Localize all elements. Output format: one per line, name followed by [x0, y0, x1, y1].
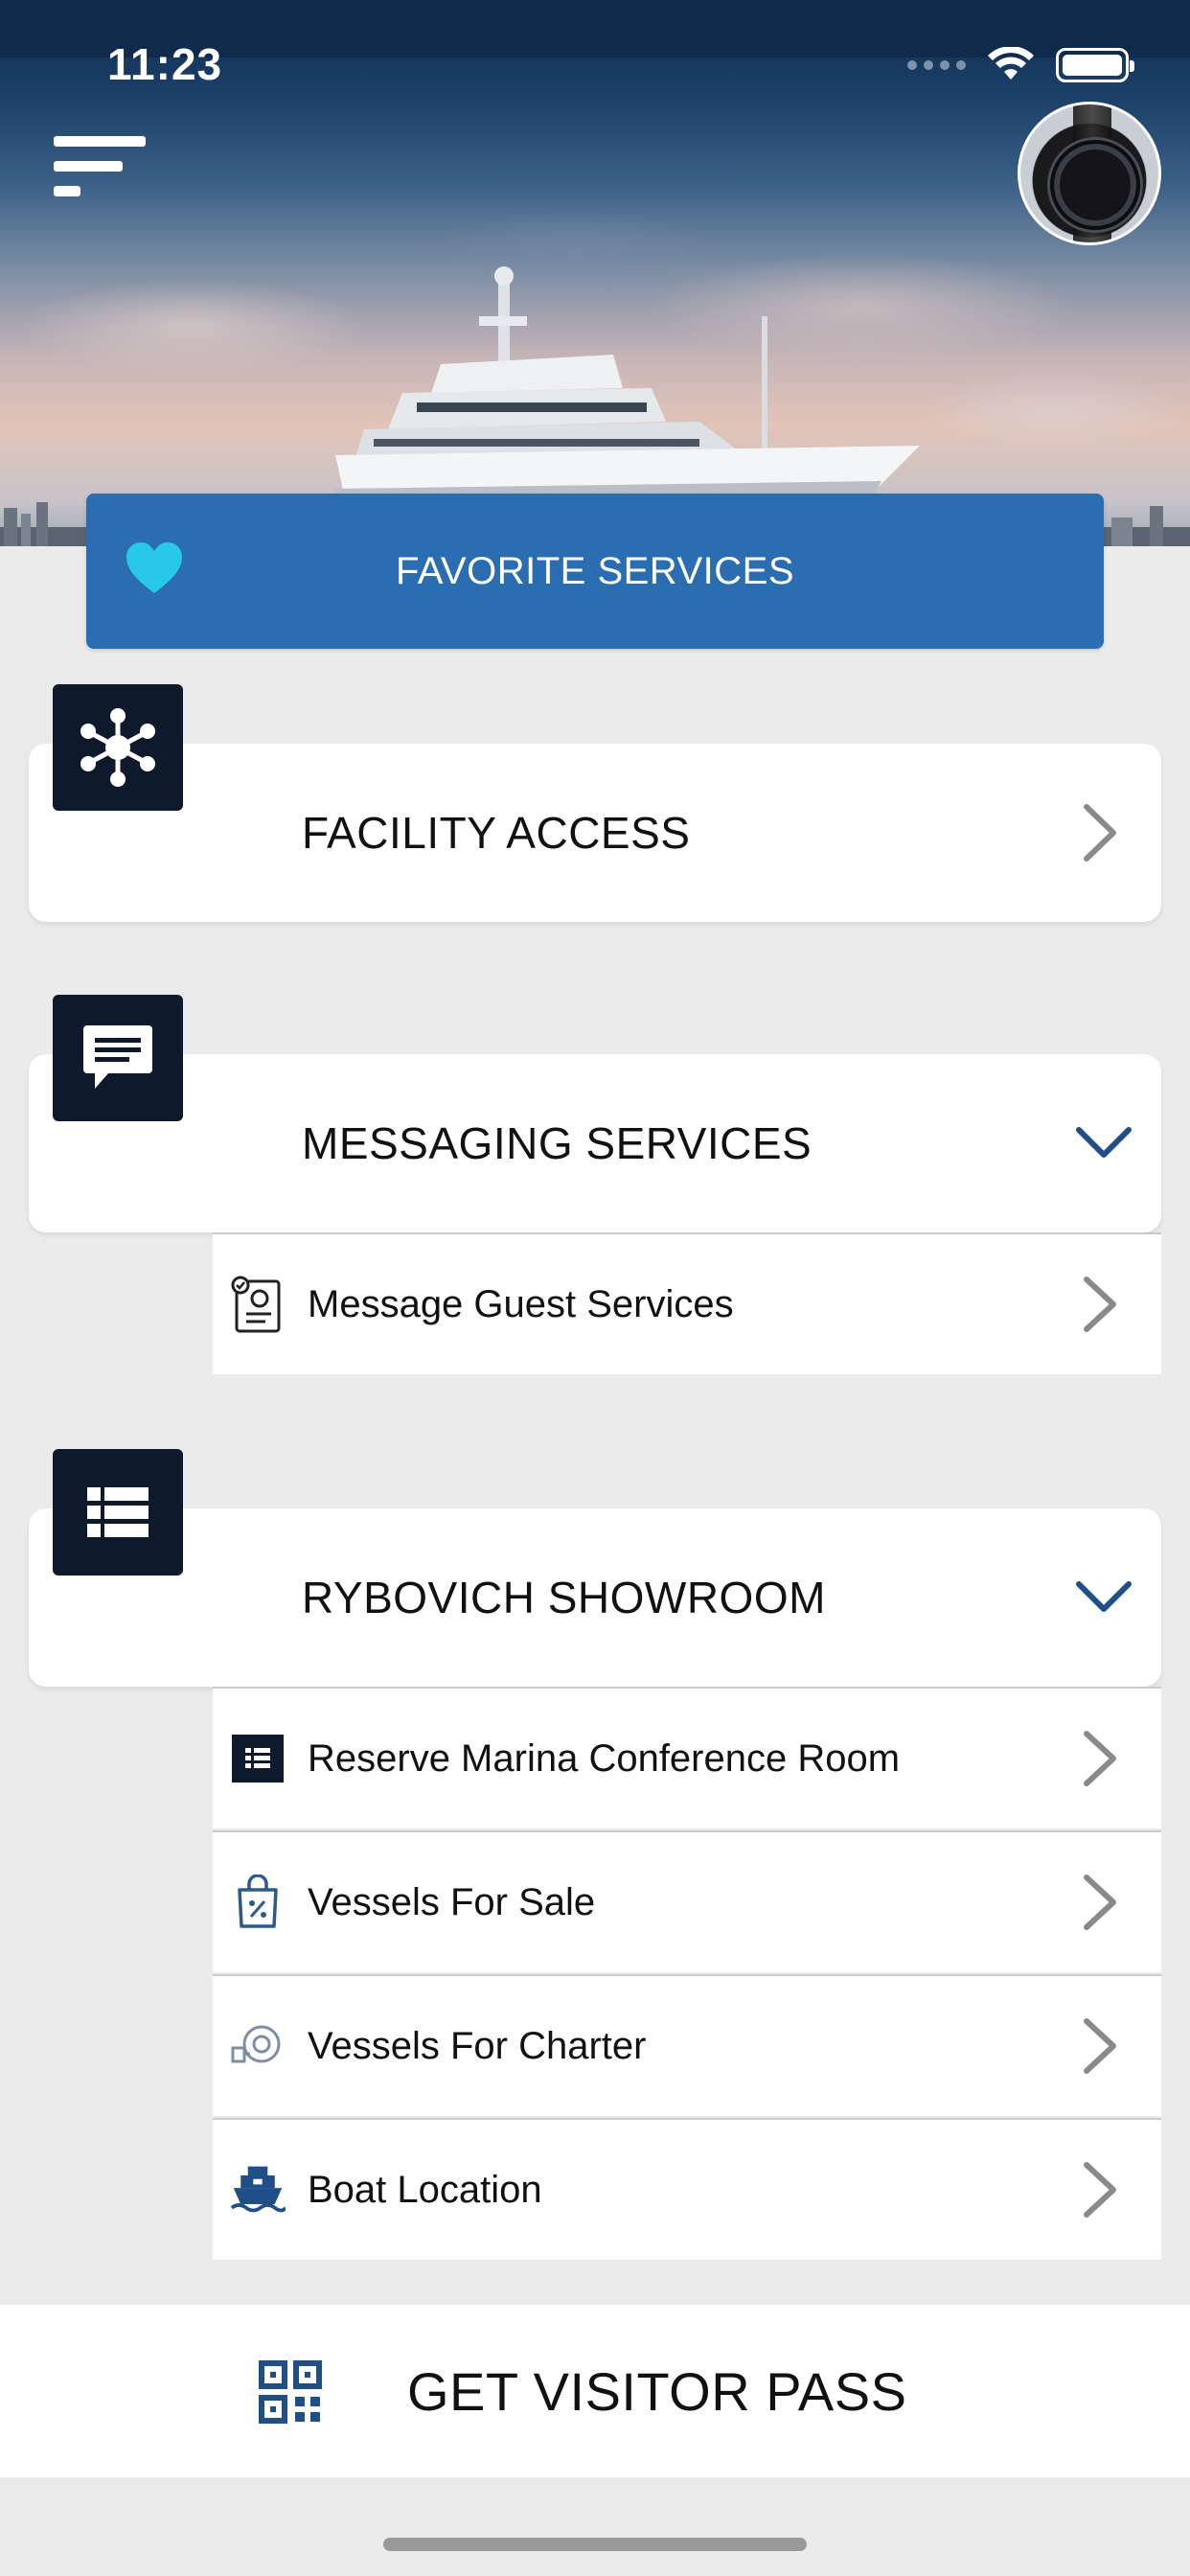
- guest-services-icon: [230, 1276, 286, 1333]
- chevron-right-icon: [1084, 2162, 1116, 2218]
- chevron-right-icon: [1084, 2018, 1116, 2074]
- section-badge-messaging: [53, 995, 183, 1121]
- menu-button[interactable]: [54, 136, 149, 205]
- chevron-right-icon: [1084, 1731, 1116, 1786]
- menu-line-icon: [54, 136, 146, 147]
- list-item-label: Boat Location: [308, 2168, 542, 2211]
- favorite-services-button[interactable]: FAVORITE SERVICES: [86, 494, 1104, 649]
- chat-bubble-icon: [83, 1025, 152, 1089]
- section-badge-showroom: [53, 1449, 183, 1576]
- list-item-vessels-for-sale[interactable]: Vessels For Sale: [213, 1830, 1161, 1972]
- yacht-image: [335, 266, 920, 498]
- section-messaging-services[interactable]: MESSAGING SERVICES: [29, 1054, 1161, 1232]
- list-icon: [230, 1731, 286, 1786]
- heart-icon: [126, 542, 182, 593]
- home-indicator[interactable]: [383, 2538, 807, 2551]
- boat-icon: [230, 2162, 286, 2218]
- list-item-vessels-for-charter[interactable]: Vessels For Charter: [213, 1974, 1161, 2116]
- section-title: FACILITY ACCESS: [302, 808, 691, 858]
- section-rybovich-showroom[interactable]: RYBOVICH SHOWROOM: [29, 1508, 1161, 1687]
- list-item-label: Message Guest Services: [308, 1282, 734, 1325]
- list-item-label: Vessels For Sale: [308, 1880, 596, 1923]
- status-time: 11:23: [107, 39, 223, 89]
- get-visitor-pass-label: GET VISITOR PASS: [407, 2360, 907, 2422]
- profile-avatar[interactable]: [1018, 102, 1161, 245]
- list-item-message-guest-services[interactable]: Message Guest Services: [213, 1232, 1161, 1374]
- turbo-icon: [230, 2018, 286, 2074]
- network-hub-icon: [80, 708, 155, 787]
- get-visitor-pass-button[interactable]: GET VISITOR PASS: [0, 2305, 1190, 2477]
- chevron-right-icon: [1084, 1276, 1116, 1332]
- list-item-reserve-conference-room[interactable]: Reserve Marina Conference Room: [213, 1687, 1161, 1828]
- list-item-label: Vessels For Charter: [308, 2024, 647, 2067]
- list-item-label: Reserve Marina Conference Room: [308, 1736, 901, 1780]
- section-badge-facility: [53, 684, 183, 811]
- sale-bag-icon: [230, 1874, 286, 1930]
- section-title: MESSAGING SERVICES: [302, 1118, 812, 1168]
- qr-code-icon: [259, 2360, 322, 2424]
- chevron-right-icon: [1084, 804, 1116, 862]
- battery-icon: [1056, 48, 1134, 82]
- favorite-services-label: FAVORITE SERVICES: [395, 549, 795, 592]
- list-icon: [87, 1487, 149, 1537]
- section-facility-access[interactable]: FACILITY ACCESS: [29, 744, 1161, 922]
- menu-line-icon: [54, 186, 80, 196]
- chevron-right-icon: [1084, 1874, 1116, 1930]
- wifi-icon: [988, 47, 1034, 80]
- status-indicators: [907, 46, 1134, 84]
- chevron-down-icon: [1076, 1581, 1132, 1612]
- menu-line-icon: [54, 161, 123, 172]
- signal-icon: [907, 60, 966, 70]
- section-title: RYBOVICH SHOWROOM: [302, 1573, 826, 1622]
- chevron-down-icon: [1076, 1127, 1132, 1158]
- list-item-boat-location[interactable]: Boat Location: [213, 2118, 1161, 2260]
